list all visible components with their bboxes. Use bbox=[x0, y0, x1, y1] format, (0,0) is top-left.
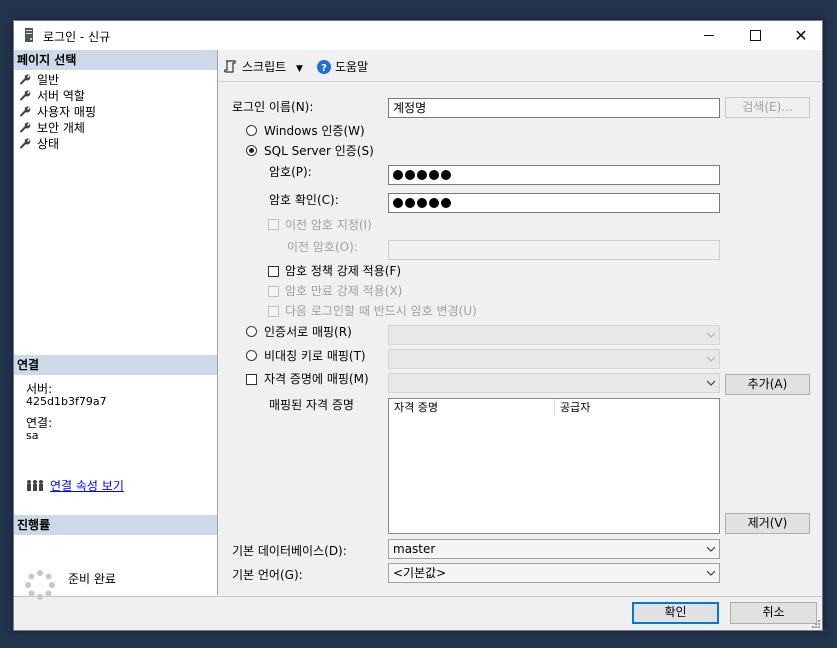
column-header-credential[interactable]: 자격 증명 bbox=[389, 399, 554, 416]
page-item-user-mapping[interactable]: 사용자 매핑 bbox=[20, 104, 96, 120]
credential-combo[interactable] bbox=[388, 373, 720, 393]
old-password-input[interactable] bbox=[388, 240, 720, 260]
default-lang-value: <기본값> bbox=[393, 566, 447, 580]
asym-key-label: 비대칭 키로 매핑(T) bbox=[264, 349, 366, 363]
minimize-button[interactable] bbox=[686, 21, 732, 50]
resize-grip-icon[interactable] bbox=[810, 618, 820, 628]
page-item-status[interactable]: 상태 bbox=[20, 136, 59, 152]
maximize-button[interactable] bbox=[732, 21, 778, 50]
footer-divider bbox=[14, 596, 822, 597]
password-input[interactable] bbox=[388, 165, 720, 185]
login-name-input[interactable]: 계정명 bbox=[388, 98, 720, 118]
server-value: 425d1b3f79a7 bbox=[26, 395, 107, 408]
ok-button[interactable]: 확인 bbox=[632, 602, 719, 624]
wrench-icon bbox=[20, 138, 31, 149]
enforce-expiration-checkbox[interactable] bbox=[268, 286, 279, 297]
close-button[interactable]: ✕ bbox=[778, 21, 824, 50]
server-icon bbox=[25, 28, 33, 42]
default-lang-label: 기본 언어(G): bbox=[232, 568, 303, 582]
asym-key-combo[interactable] bbox=[388, 349, 720, 369]
script-button[interactable]: 스크립트 ▼ bbox=[224, 58, 324, 75]
mapped-credentials-label: 매핑된 자격 증명 bbox=[269, 398, 354, 412]
connection-label: 연결: bbox=[26, 416, 53, 430]
page-item-label: 서버 역할 bbox=[37, 89, 85, 103]
chevron-down-icon bbox=[707, 356, 715, 362]
help-label: 도움말 bbox=[335, 60, 369, 74]
connection-header: 연결 bbox=[14, 355, 217, 375]
search-button[interactable]: 검색(E)... bbox=[725, 97, 810, 118]
page-item-label: 사용자 매핑 bbox=[37, 105, 97, 119]
default-db-select[interactable]: master bbox=[388, 539, 720, 559]
must-change-label: 다음 로그인할 때 반드시 암호 변경(U) bbox=[285, 304, 477, 318]
script-label: 스크립트 bbox=[242, 60, 287, 74]
login-name-label: 로그인 이름(N): bbox=[232, 100, 314, 114]
close-icon: ✕ bbox=[794, 26, 808, 45]
password-mask bbox=[393, 166, 453, 184]
page-item-label: 일반 bbox=[37, 73, 60, 87]
default-db-value: master bbox=[393, 542, 436, 556]
title-bar: 로그인 - 신규 ✕ bbox=[14, 21, 822, 50]
page-item-general[interactable]: 일반 bbox=[20, 72, 59, 88]
window-title: 로그인 - 신규 bbox=[43, 30, 111, 44]
add-credential-button[interactable]: 추가(A) bbox=[725, 374, 810, 395]
cert-mapped-label: 인증서로 매핑(R) bbox=[264, 325, 352, 339]
default-lang-select[interactable]: <기본값> bbox=[388, 563, 720, 583]
enforce-expiration-label: 암호 만료 강제 적용(X) bbox=[285, 284, 403, 298]
help-icon: ? bbox=[317, 60, 331, 74]
chevron-down-icon bbox=[707, 570, 715, 576]
minimize-icon bbox=[704, 34, 714, 36]
script-icon bbox=[224, 60, 236, 73]
password-label: 암호(P): bbox=[269, 165, 312, 179]
windows-auth-radio[interactable] bbox=[246, 125, 257, 136]
view-connection-properties-link[interactable]: 연결 속성 보기 bbox=[50, 477, 124, 494]
login-new-dialog: 로그인 - 신규 ✕ 페이지 선택 일반 서버 역할 사용자 매핑 보안 개체 … bbox=[13, 20, 823, 631]
enforce-policy-checkbox[interactable] bbox=[268, 266, 279, 277]
page-item-server-roles[interactable]: 서버 역할 bbox=[20, 88, 85, 104]
chevron-down-icon bbox=[707, 332, 715, 338]
page-item-label: 보안 개체 bbox=[37, 121, 85, 135]
remove-credential-button[interactable]: 제거(V) bbox=[725, 513, 810, 534]
connection-value: sa bbox=[26, 429, 39, 442]
enforce-policy-label: 암호 정책 강제 적용(F) bbox=[285, 264, 402, 278]
credential-map-label: 자격 증명에 매핑(M) bbox=[264, 372, 369, 386]
wrench-icon bbox=[20, 90, 31, 101]
people-icon bbox=[27, 480, 43, 491]
progress-header: 진행률 bbox=[14, 515, 217, 535]
wrench-icon bbox=[20, 74, 31, 85]
old-password-check-label: 이전 암호 지정(I) bbox=[285, 218, 372, 232]
page-select-header: 페이지 선택 bbox=[14, 50, 217, 70]
help-button[interactable]: ? 도움말 bbox=[317, 58, 397, 75]
sql-auth-radio[interactable] bbox=[246, 145, 257, 156]
windows-auth-label: Windows 인증(W) bbox=[264, 124, 365, 138]
left-pane: 페이지 선택 일반 서버 역할 사용자 매핑 보안 개체 상태 연결 서버: 4… bbox=[14, 50, 218, 600]
wrench-icon bbox=[20, 106, 31, 117]
svg-text:?: ? bbox=[321, 63, 327, 74]
chevron-down-icon bbox=[707, 546, 715, 552]
column-header-provider[interactable]: 공급자 bbox=[555, 399, 719, 416]
old-password-label: 이전 암호(O): bbox=[287, 240, 358, 254]
progress-status: 준비 완료 bbox=[68, 572, 116, 586]
maximize-icon bbox=[749, 29, 761, 41]
dropdown-arrow-icon: ▼ bbox=[296, 64, 303, 74]
cancel-button[interactable]: 취소 bbox=[730, 602, 817, 624]
toolbar-divider bbox=[218, 81, 823, 82]
confirm-password-label: 암호 확인(C): bbox=[269, 193, 339, 207]
page-item-label: 상태 bbox=[37, 137, 60, 151]
old-password-checkbox[interactable] bbox=[268, 219, 279, 230]
password-mask bbox=[393, 194, 453, 212]
chevron-down-icon bbox=[707, 380, 715, 386]
confirm-password-input[interactable] bbox=[388, 193, 720, 213]
mapped-credentials-list[interactable]: 자격 증명 공급자 bbox=[388, 398, 720, 534]
page-item-securables[interactable]: 보안 개체 bbox=[20, 120, 85, 136]
asym-key-radio[interactable] bbox=[246, 350, 257, 361]
sql-auth-label: SQL Server 인증(S) bbox=[264, 144, 374, 158]
wrench-icon bbox=[20, 122, 31, 133]
cert-mapped-radio[interactable] bbox=[246, 326, 257, 337]
server-label: 서버: bbox=[26, 382, 53, 396]
credential-map-checkbox[interactable] bbox=[246, 374, 257, 385]
certificate-combo[interactable] bbox=[388, 325, 720, 345]
default-db-label: 기본 데이터베이스(D): bbox=[232, 544, 347, 558]
must-change-checkbox[interactable] bbox=[268, 306, 279, 317]
